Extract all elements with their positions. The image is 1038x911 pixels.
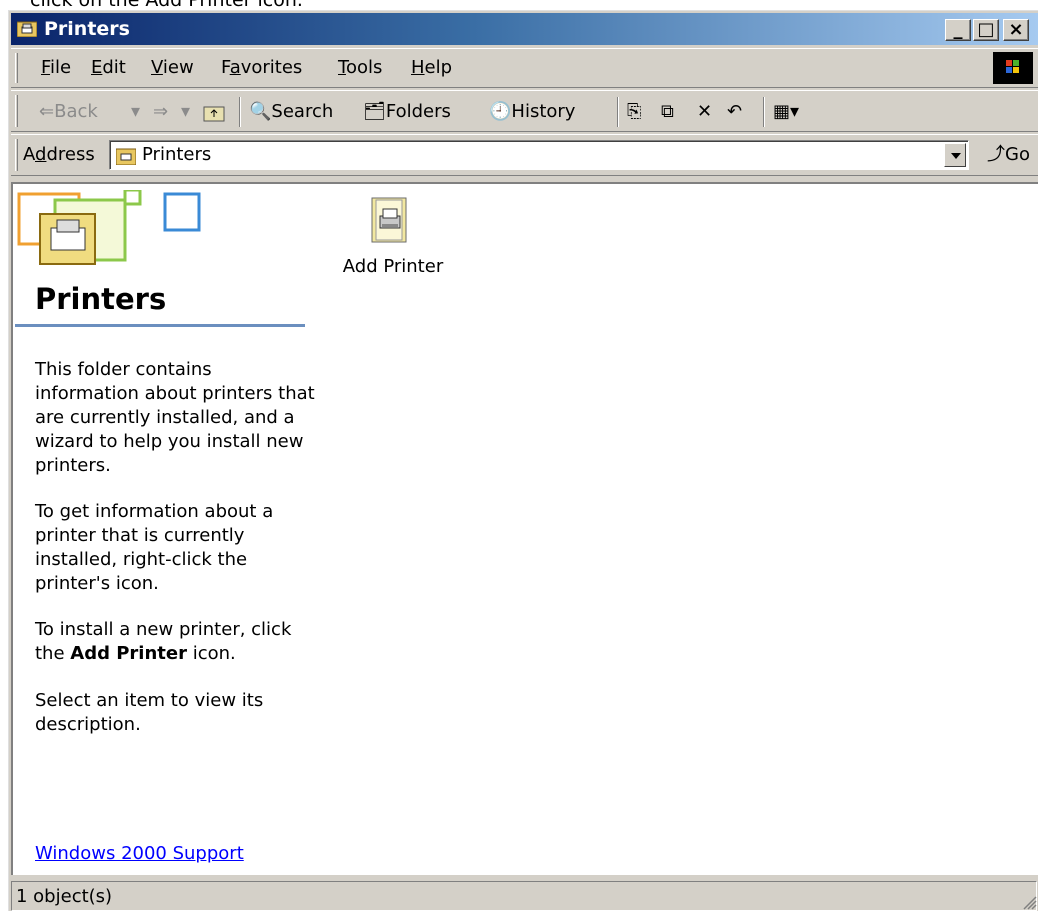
forward-button[interactable]: ⇒ <box>153 99 168 125</box>
go-button[interactable]: ⤴Go <box>987 144 1030 166</box>
delete-icon[interactable]: ✕ <box>697 99 712 125</box>
views-dropdown-icon: ▾ <box>790 101 800 122</box>
forward-arrow-icon: ⇒ <box>153 101 169 122</box>
undo-icon[interactable]: ↶ <box>727 99 742 125</box>
page-caption: click on the Add Printer icon. <box>30 0 303 11</box>
panel-title: Printers <box>35 282 167 316</box>
standard-toolbar: ⇐Back ▾ ⇒ ▾ 🔍Search 🗂Folders 🕘History ⎘ … <box>11 90 1038 132</box>
views-icon: ▦ <box>773 101 791 122</box>
windows-logo-icon <box>993 52 1033 84</box>
menu-help[interactable]: Help <box>411 57 452 79</box>
go-arrow-icon: ⤴ <box>987 144 1005 165</box>
address-bar: Address Printers ⤴Go <box>11 134 1038 176</box>
toolbar-separator <box>239 97 241 127</box>
window-title: Printers <box>44 18 130 40</box>
up-folder-icon <box>203 106 225 122</box>
status-bar: 1 object(s) <box>11 879 1038 911</box>
history-button[interactable]: 🕘History <box>489 99 575 125</box>
up-folder-button[interactable] <box>203 99 225 125</box>
address-value: Printers <box>142 144 212 165</box>
copy-to-icon[interactable]: ⧉ <box>661 99 674 125</box>
menu-file[interactable]: File <box>41 57 71 79</box>
menu-edit[interactable]: Edit <box>91 57 126 79</box>
add-printer-label: Add Printer <box>342 256 444 277</box>
menu-view[interactable]: View <box>151 57 194 79</box>
folders-icon: 🗂 <box>363 101 386 122</box>
close-button[interactable]: × <box>1003 19 1029 41</box>
back-arrow-icon: ⇐ <box>39 101 55 122</box>
menu-tools[interactable]: Tools <box>338 57 382 79</box>
panel-description-1: This folder contains information about p… <box>35 359 315 476</box>
menu-favorites[interactable]: Favorites <box>221 57 302 79</box>
resize-grip-icon[interactable] <box>1021 894 1037 910</box>
menubar-grip[interactable] <box>15 53 18 83</box>
minimize-button[interactable]: _ <box>945 19 971 41</box>
back-dropdown-icon[interactable]: ▾ <box>131 99 140 125</box>
explorer-window: Printers _ □ × File Edit View Favorites … <box>8 10 1038 911</box>
maximize-button[interactable]: □ <box>973 19 999 41</box>
printer-folder-icon <box>116 148 136 165</box>
panel-description-4: Select an item to view its description. <box>35 690 264 735</box>
toolbar-separator <box>763 97 765 127</box>
folders-button[interactable]: 🗂Folders <box>363 99 451 125</box>
web-view-panel: Printers This folder contains informatio… <box>13 184 315 875</box>
add-printer-icon <box>371 197 407 243</box>
printer-folder-icon <box>17 21 37 37</box>
windows-2000-support-link[interactable]: Windows 2000 Support <box>35 842 244 866</box>
status-pane: 1 object(s) <box>11 881 1037 911</box>
search-icon: 🔍 <box>249 101 272 122</box>
address-dropdown-button[interactable] <box>944 143 966 167</box>
status-text: 1 object(s) <box>16 886 113 907</box>
panel-divider <box>15 324 305 327</box>
title-bar[interactable]: Printers _ □ × <box>11 13 1038 45</box>
panel-description-2: To get information about a printer that … <box>35 501 274 594</box>
back-button[interactable]: ⇐Back <box>39 99 98 125</box>
folder-view: Printers This folder contains informatio… <box>11 182 1038 875</box>
printers-folder-banner-icon <box>17 190 201 265</box>
menu-bar: File Edit View Favorites Tools Help <box>11 48 1038 88</box>
address-input[interactable]: Printers <box>109 140 969 170</box>
toolbar-separator <box>617 97 619 127</box>
address-label: Address <box>23 144 95 165</box>
toolbar-grip[interactable] <box>15 95 18 127</box>
move-to-icon[interactable]: ⎘ <box>627 99 641 125</box>
history-icon: 🕘 <box>489 101 512 122</box>
search-button[interactable]: 🔍Search <box>249 99 333 125</box>
forward-dropdown-icon[interactable]: ▾ <box>181 99 190 125</box>
addressbar-grip[interactable] <box>15 139 18 171</box>
add-printer-item[interactable]: Add Printer <box>333 196 453 286</box>
views-button[interactable]: ▦▾ <box>773 99 799 125</box>
panel-description-3: To install a new printer, click the Add … <box>35 619 292 664</box>
